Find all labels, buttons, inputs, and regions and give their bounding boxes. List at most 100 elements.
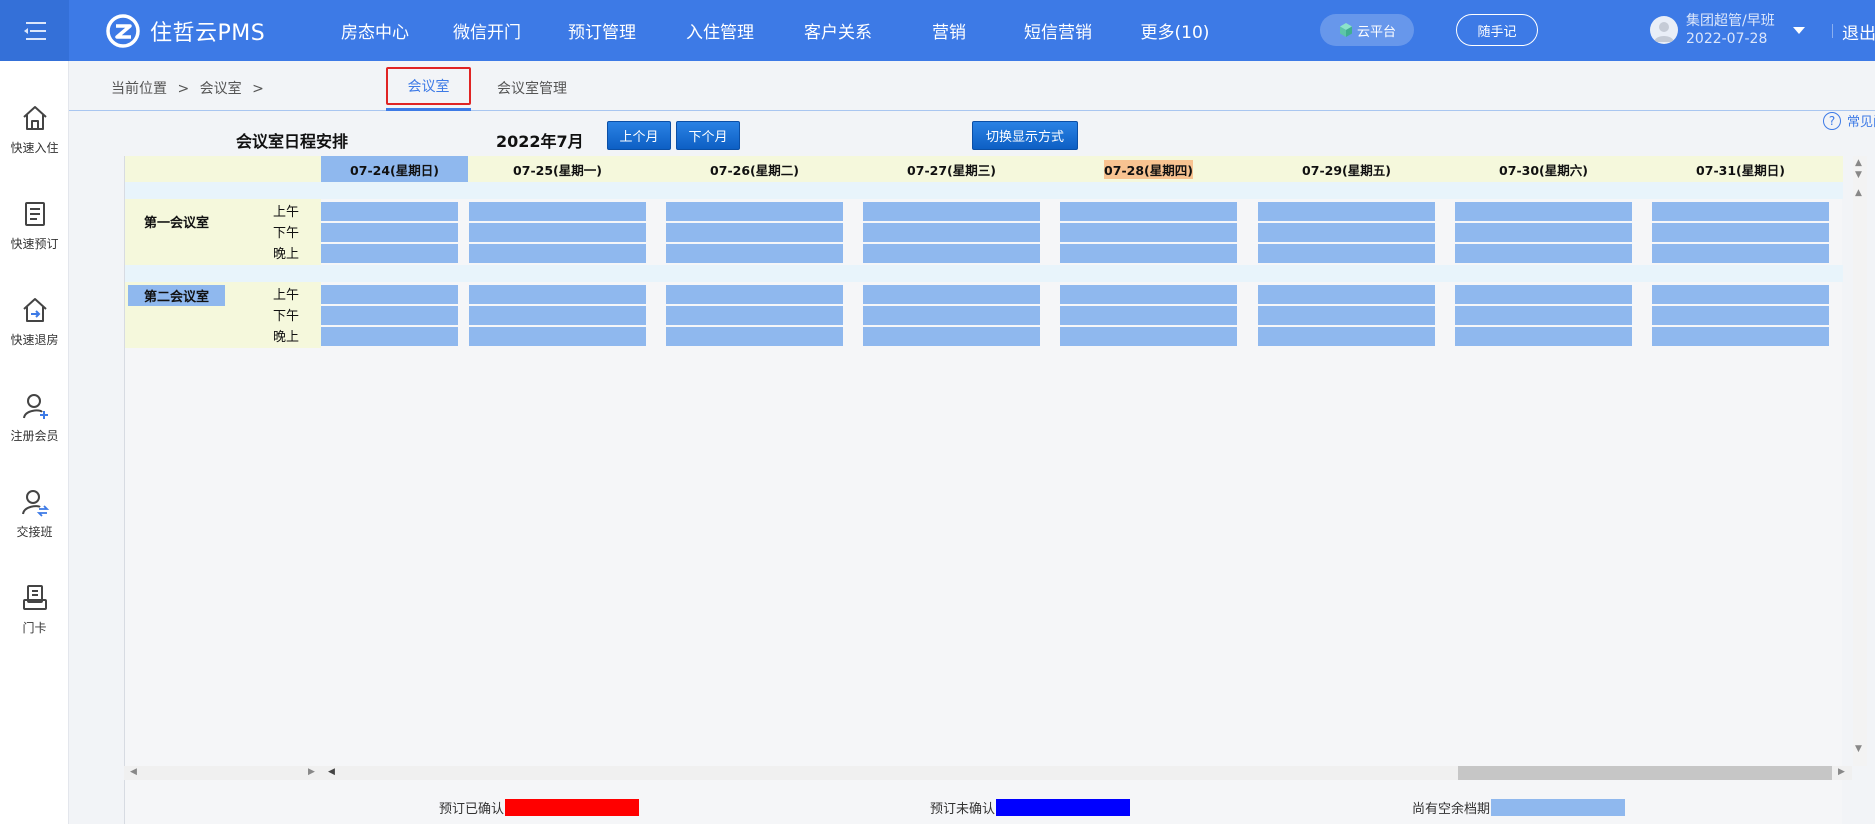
date-header[interactable]: 07-24(星期日)	[321, 156, 468, 182]
schedule-cell[interactable]	[469, 244, 646, 263]
horizontal-scrollbar-left[interactable]: ◀ ▶	[124, 766, 322, 780]
schedule-cell[interactable]	[1455, 223, 1632, 242]
scroll-down-icon[interactable]: ▼	[1855, 744, 1862, 754]
prev-month-button[interactable]: 上个月	[607, 121, 671, 150]
scroll-left-icon[interactable]: ◀	[328, 767, 335, 777]
user-menu[interactable]: 集团超管/早班 2022-07-28	[1650, 12, 1805, 48]
schedule-cell[interactable]	[666, 327, 843, 346]
switch-view-button[interactable]: 切换显示方式	[972, 121, 1078, 150]
tab-meeting-room[interactable]: 会议室	[386, 67, 471, 105]
schedule-cell[interactable]	[1258, 223, 1435, 242]
nav-item[interactable]: 入住管理	[672, 18, 768, 43]
next-month-button[interactable]: 下个月	[676, 121, 740, 150]
checkout-icon	[22, 298, 47, 322]
schedule-cell[interactable]	[666, 306, 843, 325]
schedule-cell[interactable]	[321, 202, 458, 221]
date-header[interactable]: 07-27(星期三)	[853, 156, 1050, 182]
cloud-platform-button[interactable]: 云平台	[1320, 14, 1414, 46]
help-link[interactable]: ? 常见问题	[1823, 111, 1875, 130]
schedule-cell[interactable]	[321, 306, 458, 325]
schedule-cell[interactable]	[1060, 327, 1237, 346]
schedule-cell[interactable]	[1060, 306, 1237, 325]
schedule-cell[interactable]	[1652, 285, 1829, 304]
schedule-cell[interactable]	[469, 306, 646, 325]
sidebar-item-label: 快速入住	[10, 141, 59, 155]
schedule-cell[interactable]	[469, 223, 646, 242]
schedule-cell[interactable]	[321, 327, 458, 346]
schedule-cell[interactable]	[1060, 244, 1237, 263]
nav-item[interactable]: 微信开门	[442, 18, 532, 43]
schedule-cell[interactable]	[666, 244, 843, 263]
schedule-cell[interactable]	[1652, 202, 1829, 221]
schedule-cell[interactable]	[321, 223, 458, 242]
schedule-cell[interactable]	[666, 223, 843, 242]
scroll-right-icon[interactable]: ▶	[1838, 767, 1845, 777]
nav-item[interactable]: 营销	[914, 18, 984, 43]
schedule-cell[interactable]	[1652, 306, 1829, 325]
schedule-cell[interactable]	[863, 327, 1040, 346]
room-name[interactable]: 第一会议室	[144, 212, 209, 231]
nav-item[interactable]: 房态中心	[330, 18, 420, 43]
schedule-cell[interactable]	[863, 285, 1040, 304]
scroll-down-icon[interactable]: ▼	[1855, 170, 1862, 180]
schedule-cell[interactable]	[1060, 285, 1237, 304]
brand[interactable]: 住哲云PMS	[106, 14, 265, 48]
schedule-cell[interactable]	[666, 202, 843, 221]
schedule-cell[interactable]	[469, 202, 646, 221]
date-header[interactable]: 07-26(星期二)	[656, 156, 853, 182]
schedule-cell[interactable]	[1455, 306, 1632, 325]
scroll-left-icon[interactable]: ◀	[130, 767, 137, 777]
logout-link[interactable]: 退出	[1842, 19, 1875, 44]
nav-item[interactable]: 客户关系	[790, 18, 886, 43]
quick-note-button[interactable]: 随手记	[1456, 14, 1538, 46]
scroll-up-icon[interactable]: ▲	[1855, 158, 1862, 168]
date-header[interactable]: 07-31(星期日)	[1642, 156, 1839, 182]
sidebar-item-quick-checkout[interactable]: 快速退房	[0, 295, 69, 348]
schedule-cell[interactable]	[321, 285, 458, 304]
sidebar-item-shift-handover[interactable]: 交接班	[0, 487, 69, 540]
schedule-cell[interactable]	[469, 327, 646, 346]
schedule-cell[interactable]	[863, 202, 1040, 221]
scroll-right-icon[interactable]: ▶	[308, 767, 315, 777]
tab-meeting-room-management[interactable]: 会议室管理	[497, 78, 567, 98]
nav-item[interactable]: 预订管理	[554, 18, 650, 43]
schedule-cell[interactable]	[863, 223, 1040, 242]
sidebar-item-quick-booking[interactable]: 快速预订	[0, 199, 69, 252]
schedule-cell[interactable]	[1455, 327, 1632, 346]
sidebar-item-quick-checkin[interactable]: 快速入住	[0, 103, 69, 156]
sidebar-item-room-card[interactable]: 门卡	[0, 583, 69, 636]
schedule-cell[interactable]	[1258, 327, 1435, 346]
schedule-cell[interactable]	[863, 244, 1040, 263]
schedule-cell[interactable]	[1258, 202, 1435, 221]
chevron-down-icon[interactable]	[1792, 26, 1805, 34]
room-name[interactable]: 第二会议室	[128, 285, 226, 306]
schedule-cell[interactable]	[1652, 244, 1829, 263]
schedule-cell[interactable]	[1652, 327, 1829, 346]
schedule-cell[interactable]	[1455, 285, 1632, 304]
date-header[interactable]: 07-25(星期一)	[459, 156, 656, 182]
date-label: 07-25(星期一)	[513, 162, 602, 178]
vertical-scrollbar[interactable]: ▲ ▼ ▲ ▼	[1853, 156, 1867, 766]
schedule-cell[interactable]	[1060, 202, 1237, 221]
schedule-cell[interactable]	[1258, 285, 1435, 304]
date-header[interactable]: 07-30(星期六)	[1445, 156, 1642, 182]
date-header[interactable]: 07-28(星期四)	[1050, 156, 1247, 182]
schedule-cell[interactable]	[863, 306, 1040, 325]
schedule-cell[interactable]	[666, 285, 843, 304]
nav-item[interactable]: 短信营销	[1008, 18, 1108, 43]
schedule-cell[interactable]	[1455, 244, 1632, 263]
schedule-cell[interactable]	[1455, 202, 1632, 221]
nav-item[interactable]: 更多(10)	[1130, 18, 1220, 43]
schedule-cell[interactable]	[1652, 223, 1829, 242]
date-header[interactable]: 07-29(星期五)	[1248, 156, 1445, 182]
scroll-up-icon[interactable]: ▲	[1855, 188, 1862, 198]
schedule-cell[interactable]	[1258, 244, 1435, 263]
menu-toggle-button[interactable]	[0, 0, 69, 61]
sidebar-item-register-member[interactable]: 注册会员	[0, 391, 69, 444]
schedule-cell[interactable]	[1060, 223, 1237, 242]
schedule-cell[interactable]	[321, 244, 458, 263]
schedule-cell[interactable]	[1258, 306, 1435, 325]
schedule-cell[interactable]	[469, 285, 646, 304]
scrollbar-thumb[interactable]	[1458, 766, 1832, 780]
breadcrumb-current[interactable]: 会议室	[200, 81, 242, 97]
